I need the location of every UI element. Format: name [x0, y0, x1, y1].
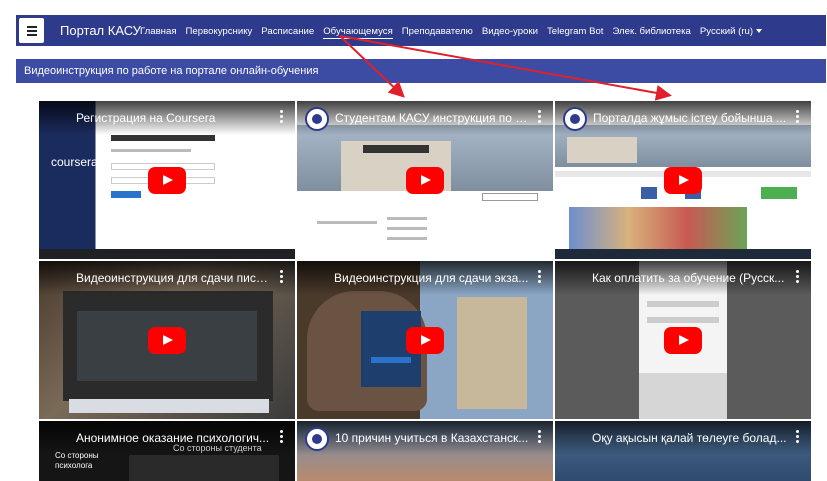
- channel-logo-icon[interactable]: [305, 427, 329, 451]
- nav-link-freshman[interactable]: Первокурснику: [186, 25, 253, 39]
- video-title: Порталда жұмыс істеу бойынша ...: [593, 111, 787, 125]
- video-tile-9[interactable]: Оқу ақысын қалай төлеуге болад...: [555, 421, 811, 481]
- play-icon[interactable]: [406, 327, 444, 354]
- nav-links: Главная Первокурснику Расписание Обучающ…: [140, 25, 763, 39]
- more-options-icon[interactable]: [280, 270, 283, 284]
- hamburger-menu-button[interactable]: [19, 18, 44, 43]
- play-icon[interactable]: [406, 167, 444, 194]
- video-tile-2[interactable]: Студентам КАСУ инструкция по р...: [297, 101, 553, 259]
- video-tile-7[interactable]: Анонимное оказание психологич... Со стор…: [39, 421, 295, 481]
- more-options-icon[interactable]: [280, 430, 283, 444]
- video-tile-4[interactable]: Видеоинструкция для сдачи пись...: [39, 261, 295, 419]
- more-options-icon[interactable]: [538, 430, 541, 444]
- video-tile-5[interactable]: Видеоинструкция для сдачи экза...: [297, 261, 553, 419]
- brand-link[interactable]: Портал КАСУ: [60, 23, 141, 38]
- video-title: Как оплатить за обучение (Русск...: [592, 271, 785, 285]
- coursera-logo: coursera: [51, 155, 98, 169]
- play-icon[interactable]: [148, 167, 186, 194]
- video-title: Видеоинструкция для сдачи экза...: [334, 271, 529, 285]
- play-icon[interactable]: [664, 327, 702, 354]
- video-title: Оқу ақысын қалай төлеуге болад...: [592, 431, 787, 445]
- language-label: Русский (ru): [699, 26, 754, 37]
- nav-link-home[interactable]: Главная: [140, 25, 177, 39]
- video-tile-6[interactable]: Как оплатить за обучение (Русск...: [555, 261, 811, 419]
- video-title: 10 причин учиться в Казахстанск...: [335, 431, 529, 445]
- more-options-icon[interactable]: [538, 110, 541, 124]
- video-title: Студентам КАСУ инструкция по р...: [335, 111, 530, 125]
- nav-link-video-lessons[interactable]: Видео-уроки: [482, 25, 538, 39]
- video-title: Регистрация на Coursera: [76, 111, 216, 125]
- menu-icon: [26, 25, 37, 28]
- caret-down-icon: [756, 29, 763, 33]
- nav-link-e-library[interactable]: Элек. библиотека: [612, 25, 690, 39]
- thumbnail-caption-psychologist: Со стороны психолога: [55, 451, 99, 470]
- more-options-icon[interactable]: [538, 270, 541, 284]
- more-options-icon[interactable]: [280, 110, 283, 124]
- play-icon[interactable]: [664, 167, 702, 194]
- nav-link-schedule[interactable]: Расписание: [261, 25, 314, 39]
- channel-logo-icon[interactable]: [563, 107, 587, 131]
- more-options-icon[interactable]: [796, 430, 799, 444]
- video-tile-1[interactable]: coursera Регистрация на Coursera: [39, 101, 295, 259]
- section-header: Видеоинструкция по работе на портале онл…: [16, 59, 826, 83]
- language-dropdown[interactable]: Русский (ru): [699, 25, 763, 39]
- nav-link-telegram-bot[interactable]: Telegram Bot: [547, 25, 604, 39]
- video-title: Видеоинструкция для сдачи пись...: [76, 271, 271, 285]
- video-grid: coursera Регистрация на Coursera Студент…: [39, 101, 811, 481]
- channel-logo-icon[interactable]: [305, 107, 329, 131]
- top-navbar: Портал КАСУ Главная Первокурснику Распис…: [16, 15, 826, 46]
- thumbnail-caption-student: Со стороны студента: [173, 443, 262, 453]
- video-tile-3[interactable]: Порталда жұмыс істеу бойынша ...: [555, 101, 811, 259]
- play-icon[interactable]: [148, 327, 186, 354]
- more-options-icon[interactable]: [796, 110, 799, 124]
- nav-link-student[interactable]: Обучающемуся: [323, 25, 393, 39]
- more-options-icon[interactable]: [796, 270, 799, 284]
- nav-link-teacher[interactable]: Преподавателю: [402, 25, 473, 39]
- video-tile-8[interactable]: 10 причин учиться в Казахстанск...: [297, 421, 553, 481]
